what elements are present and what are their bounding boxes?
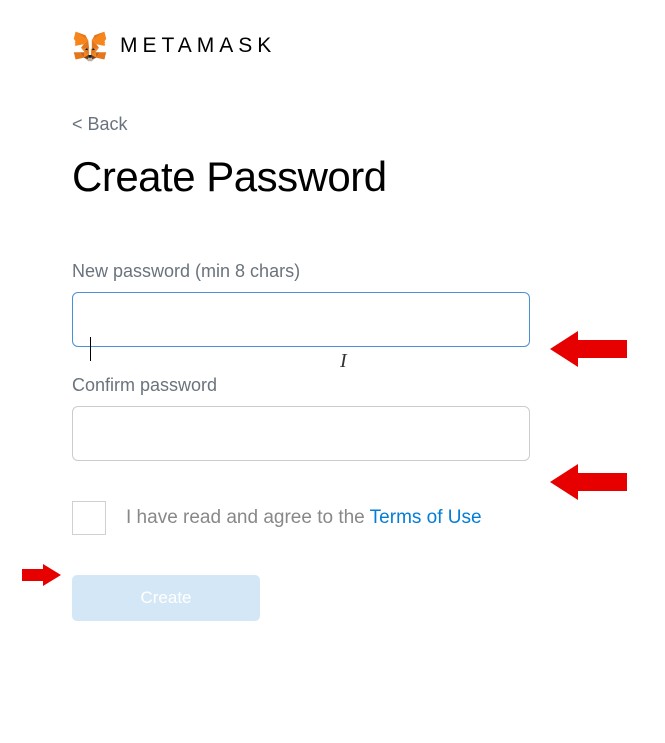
metamask-fox-icon xyxy=(72,28,108,64)
confirm-password-input[interactable] xyxy=(72,406,530,461)
back-link[interactable]: < Back xyxy=(72,114,128,135)
terms-of-use-link[interactable]: Terms of Use xyxy=(370,507,482,528)
page-title: Create Password xyxy=(72,153,593,201)
terms-agreement-row: I have read and agree to the Terms of Us… xyxy=(72,501,593,535)
terms-checkbox[interactable] xyxy=(72,501,106,535)
text-caret-icon xyxy=(90,337,91,361)
ibeam-cursor-icon: I xyxy=(340,350,347,373)
terms-prefix-text: I have read and agree to the xyxy=(126,507,370,528)
app-header: METAMASK xyxy=(72,28,593,64)
brand-name: METAMASK xyxy=(120,34,276,58)
confirm-password-label: Confirm password xyxy=(72,375,593,396)
new-password-group: New password (min 8 chars) xyxy=(72,261,593,347)
new-password-input[interactable] xyxy=(72,292,530,347)
new-password-label: New password (min 8 chars) xyxy=(72,261,593,282)
confirm-password-group: Confirm password xyxy=(72,375,593,461)
terms-label: I have read and agree to the Terms of Us… xyxy=(126,507,482,529)
create-button[interactable]: Create xyxy=(72,575,260,621)
